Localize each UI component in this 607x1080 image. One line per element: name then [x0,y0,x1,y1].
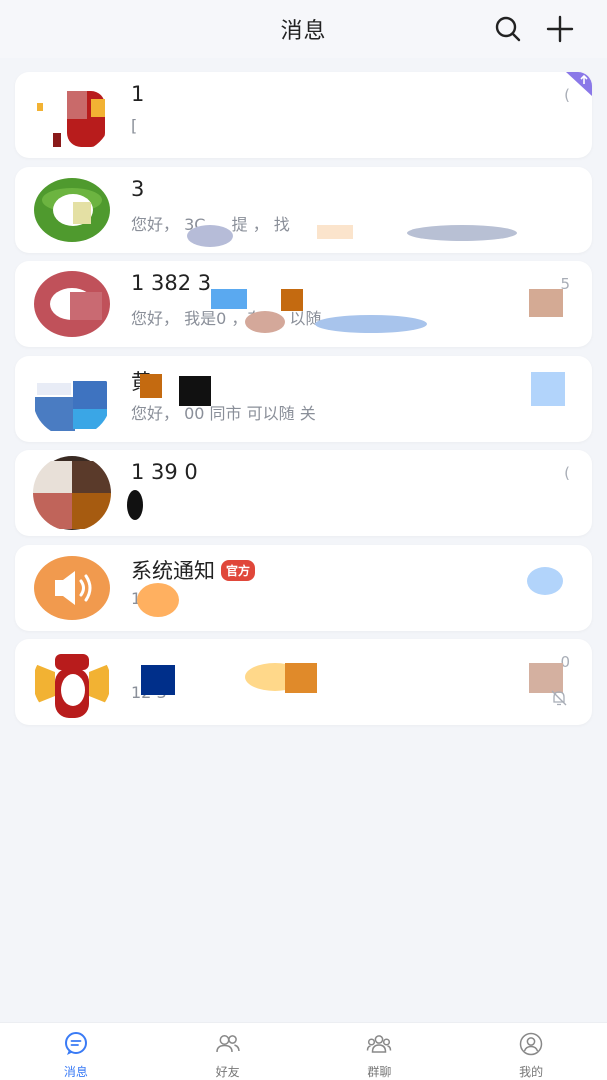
privacy-mask [137,582,179,617]
privacy-mask [285,663,317,693]
privacy-mask [187,224,233,247]
avatar [33,266,111,342]
tab-messages[interactable]: 消息 [0,1023,152,1080]
message-time: ( [564,464,570,482]
privacy-mask [529,289,563,317]
bottom-tab-bar: 消息 好友 群聊 我的 [0,1022,607,1080]
contact-name: 1 [131,82,145,106]
conversation-item[interactable]: 系统通知官方 1 2 [15,544,592,631]
friends-icon [215,1031,241,1057]
conversation-item[interactable]: 1 39 0 1 ( [15,450,592,536]
privacy-mask [531,371,565,406]
avatar [33,172,111,248]
privacy-mask [127,490,143,520]
tab-profile[interactable]: 我的 [455,1023,607,1080]
tab-label: 我的 [519,1065,544,1079]
tab-label: 群聊 [367,1065,392,1079]
contact-name: 3 [131,176,145,201]
conversation-list: 1 [ ( 3 您好， 3C ， 提 ， 找 1 382 3 您好， 我是0 ，… [15,72,592,734]
conversation-item[interactable]: 1 382 3 您好， 我是0 ，有 ， 以随 5 [15,261,592,347]
tab-groups[interactable]: 群聊 [304,1023,456,1080]
privacy-mask [211,289,247,309]
group-icon [366,1031,392,1057]
message-preview: [ [131,116,138,135]
profile-icon [518,1031,544,1057]
privacy-mask [527,566,563,595]
privacy-mask [281,289,303,311]
page-title: 消息 [280,19,327,44]
conversation-item[interactable]: 黄 您好， 00 同市 可以随 关 [15,355,592,442]
avatar [33,455,111,531]
privacy-mask [407,224,517,241]
privacy-mask [141,665,175,695]
chat-icon [63,1031,89,1057]
tab-label: 好友 [215,1065,240,1079]
message-preview: 您好， 00 同市 可以随 关 [131,403,316,423]
privacy-mask [317,224,353,239]
conversation-item[interactable]: 12 3 0 [15,639,592,725]
official-badge: 官方 [221,559,256,581]
conversation-item[interactable]: 1 [ ( [15,72,592,158]
tab-friends[interactable]: 好友 [152,1023,304,1080]
privacy-mask [140,373,162,398]
tab-label: 消息 [63,1065,88,1079]
privacy-mask [179,375,211,406]
privacy-mask [315,315,427,333]
contact-name: 系统通知 官方 [131,555,256,585]
conversation-item[interactable]: 3 您好， 3C ， 提 ， 找 [15,166,592,253]
system-notice-title: 系统通知 [131,558,215,583]
top-bar: 消息 [0,0,607,58]
plus-icon[interactable] [545,14,575,44]
avatar [33,644,111,720]
contact-name: 1 382 3 [131,271,212,295]
search-icon[interactable] [493,14,523,44]
avatar [33,360,111,437]
avatar [33,77,111,153]
mute-bell-icon [550,689,568,707]
contact-name: 1 39 0 [131,460,198,484]
privacy-mask [245,311,285,333]
pin-corner-icon [562,72,592,96]
speaker-icon [33,550,111,626]
